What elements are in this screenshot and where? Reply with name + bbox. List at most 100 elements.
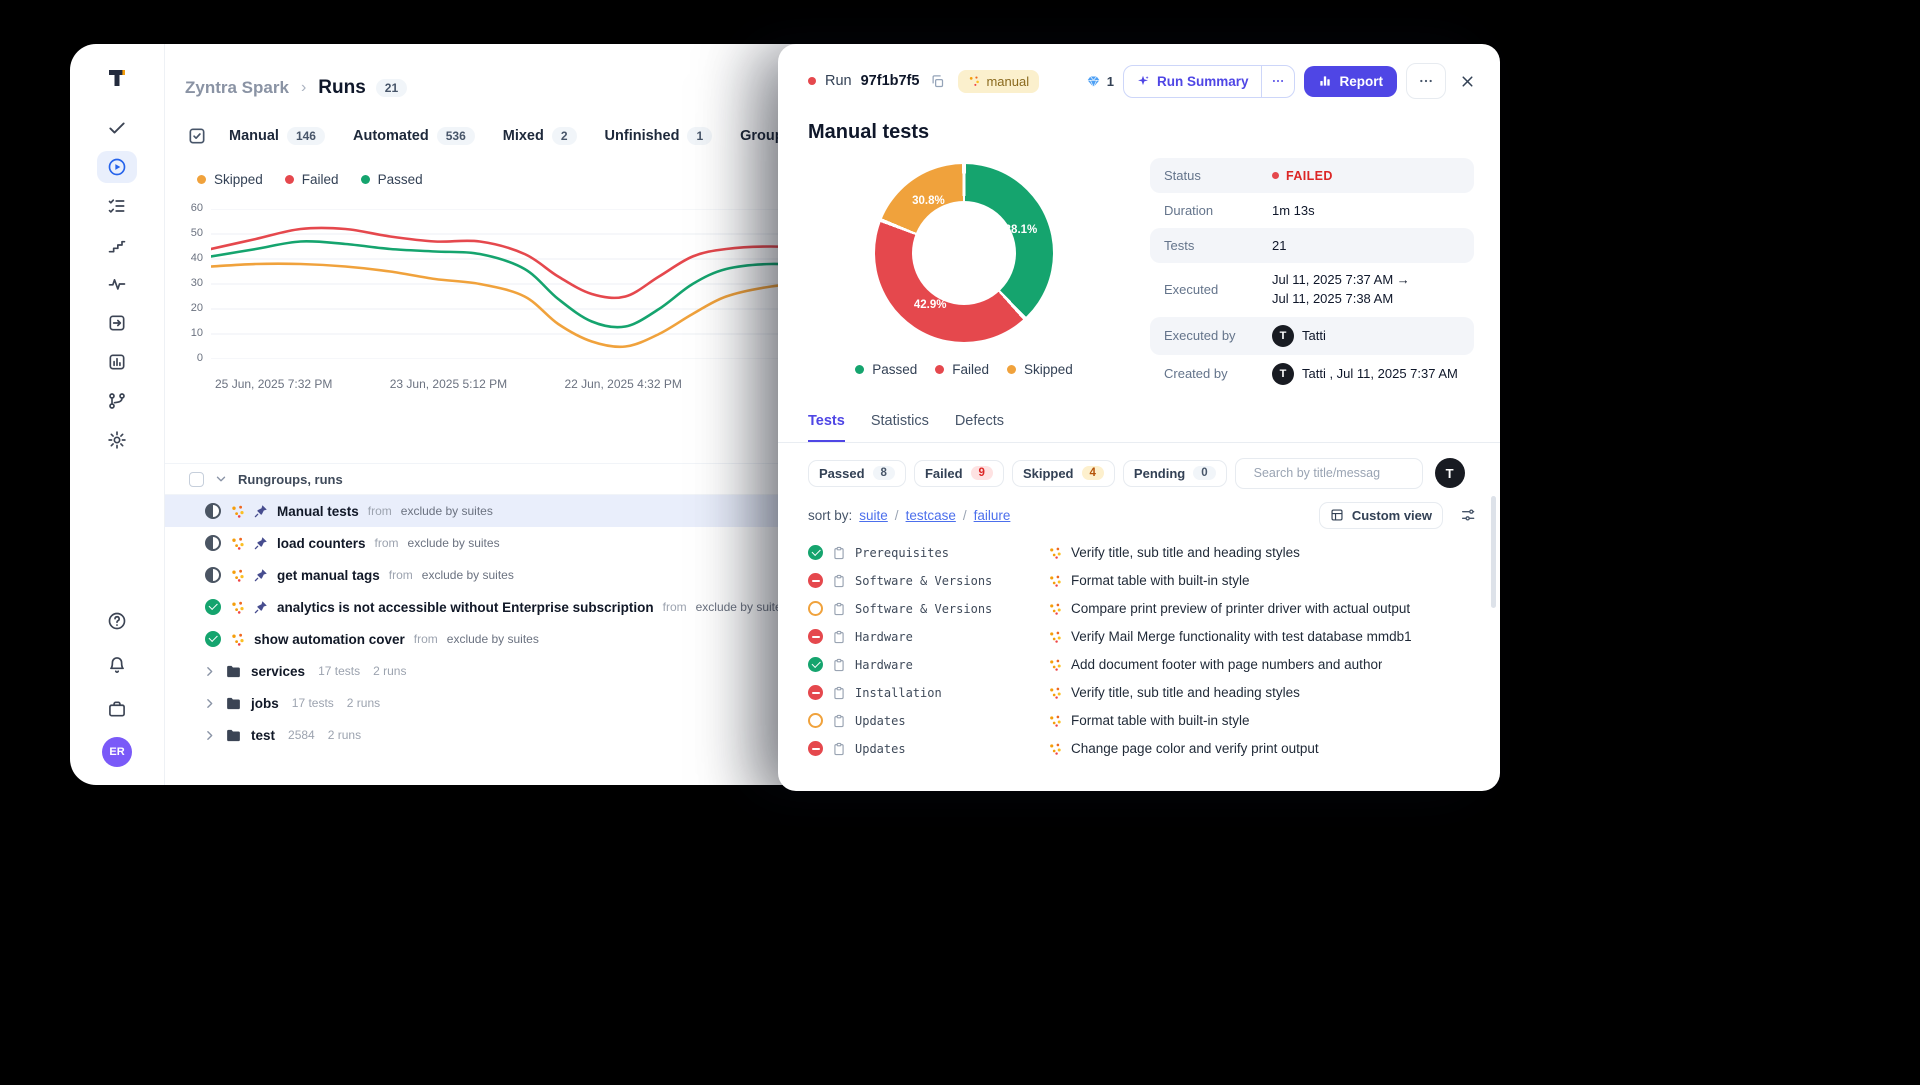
version-indicator[interactable]: 1 [1086,74,1114,89]
test-title: Change page color and verify print outpu… [1071,741,1319,756]
report-button[interactable]: Report [1304,66,1398,97]
detail-row-tests: Tests 21 [1150,228,1474,263]
copy-icon [930,74,945,89]
sort-by-suite-link[interactable]: suite [859,508,888,523]
test-status-icon [808,573,823,588]
drawer-tab[interactable]: Tests [808,413,845,442]
sidebar-item-run-list[interactable] [97,190,137,222]
y-axis-labels: 0102030405060 [165,209,203,359]
test-row[interactable]: Hardware Add document footer with page n… [808,651,1476,679]
sidebar-item-import[interactable] [97,307,137,339]
drawer-tabs: Tests Statistics Defects [778,393,1500,443]
test-title-cell: Format table with built-in style [1048,713,1476,728]
test-suite-name: Installation [855,686,942,700]
notifications-button[interactable] [97,649,137,681]
test-row[interactable]: Updates Format table with built-in style [808,707,1476,735]
sidebar-item-tasks[interactable] [97,112,137,144]
clipboard-icon [832,630,846,644]
test-row[interactable]: Hardware Verify Mail Merge functionality… [808,623,1476,651]
tab-count-badge: 536 [437,127,475,145]
sidebar-item-runs[interactable] [97,151,137,183]
sort-by-label: sort by: [808,508,852,523]
test-title-cell: Verify title, sub title and heading styl… [1048,545,1476,560]
chevron-right-icon[interactable] [203,697,216,710]
confetti-icon [1048,602,1062,616]
confetti-icon [230,504,245,519]
custom-view-button[interactable]: Custom view [1319,502,1443,529]
test-row[interactable]: Updates Change page color and verify pri… [808,735,1476,763]
clipboard-icon [832,658,846,672]
filter-pill[interactable]: Failed 9 [914,460,1004,487]
sort-by-failure-link[interactable]: failure [974,508,1011,523]
filter-pill[interactable]: Skipped 4 [1012,460,1115,487]
test-row[interactable]: Software & Versions Compare print previe… [808,595,1476,623]
projects-button[interactable] [97,693,137,725]
confetti-icon [1048,574,1062,588]
chevron-right-icon[interactable] [203,665,216,678]
chevron-down-icon[interactable] [214,472,228,486]
test-row[interactable]: Prerequisites Verify title, sub title an… [808,539,1476,567]
run-tag-chip[interactable]: manual [958,70,1039,93]
run-type-tab[interactable]: Manual 146 [229,127,325,145]
donut-column: 30.8% 38.1% 42.9% Passed Failed [814,156,1114,393]
x-tick-label: 25 Jun, 2025 7:32 PM [215,377,332,391]
user-avatar-er[interactable]: ER [102,737,132,767]
select-all-checkbox[interactable] [189,472,204,487]
pill-count-badge: 9 [971,466,993,480]
x-tick-label: 23 Jun, 2025 5:12 PM [390,377,507,391]
test-row[interactable]: Software & Versions Format table with bu… [808,567,1476,595]
test-title: Verify title, sub title and heading styl… [1071,685,1300,700]
tab-label: Automated [353,128,429,144]
run-title: get manual tags [277,568,380,583]
test-search-input[interactable] [1254,466,1415,480]
help-button[interactable] [97,605,137,637]
sort-by-testcase-link[interactable]: testcase [906,508,956,523]
run-summary-button[interactable]: Run Summary [1124,66,1261,97]
run-from-label: from [368,504,392,518]
page-title: Runs [318,77,366,99]
copy-run-id-button[interactable] [928,72,947,91]
run-summary-more-button[interactable] [1261,66,1294,97]
run-type-tab[interactable]: Mixed 2 [503,127,577,145]
more-options-button[interactable] [1406,63,1446,99]
legend-label: Failed [952,362,989,377]
legend-label: Failed [302,172,339,187]
close-drawer-button[interactable] [1455,69,1480,94]
branch-icon [107,391,127,411]
view-settings-icon[interactable] [1460,507,1476,523]
sidebar-item-settings[interactable] [97,424,137,456]
app-logo[interactable] [105,66,129,90]
sidebar-bottom: ER [97,605,137,767]
sidebar-item-activity[interactable] [97,268,137,300]
filter-pill[interactable]: Pending 0 [1123,460,1227,487]
filter-pill[interactable]: Passed 8 [808,460,906,487]
drawer-tab[interactable]: Statistics [871,413,929,442]
run-type-tab[interactable]: Automated 536 [353,127,475,145]
sort-bar: sort by: suite / testcase / failure Cust… [778,489,1500,529]
test-suite-name: Software & Versions [855,602,992,616]
user-avatar[interactable]: T [1435,458,1465,488]
checklist-icon[interactable] [187,126,207,146]
breadcrumb-app-name[interactable]: Zyntra Spark [185,78,289,98]
drawer-scrollbar[interactable] [1491,496,1496,608]
clipboard-icon [832,574,846,588]
logo-icon [105,66,129,90]
run-title: load counters [277,536,366,551]
folder-tests-count: 2584 [288,728,315,742]
run-status-dot [808,77,816,85]
test-suite-name: Updates [855,742,906,756]
test-suite-cell: Hardware [808,657,1048,672]
run-type-tab[interactable]: Unfinished 1 [605,127,713,145]
confetti-icon [230,632,245,647]
sidebar-item-analytics[interactable] [97,346,137,378]
chevron-right-icon[interactable] [203,729,216,742]
test-row[interactable]: Installation Verify title, sub title and… [808,679,1476,707]
test-suite-cell: Installation [808,685,1048,700]
donut-legend: Passed Failed Skipped [855,362,1073,377]
sidebar-item-branches[interactable] [97,385,137,417]
sidebar-item-steps[interactable] [97,229,137,261]
y-tick-label: 10 [191,327,203,339]
test-search-box[interactable] [1235,458,1423,489]
drawer-tab[interactable]: Defects [955,413,1004,442]
donut-skipped-label: 30.8% [912,195,945,207]
